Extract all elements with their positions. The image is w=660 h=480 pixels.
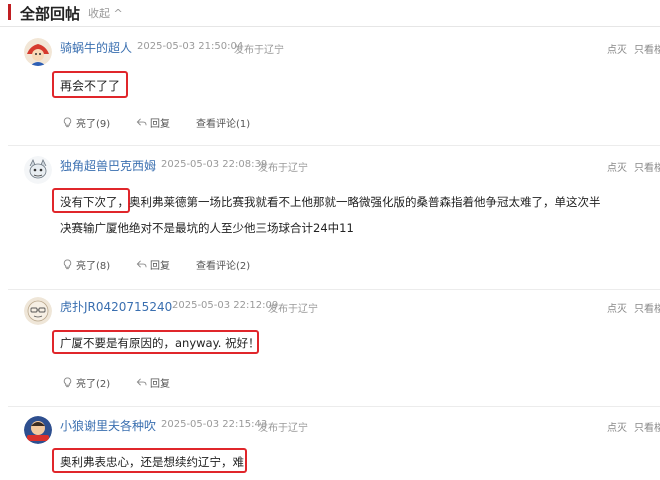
post-location: 发布于辽宁 <box>258 163 308 174</box>
replies-header: 全部回帖 收起 ^ <box>0 0 660 26</box>
view-only-button[interactable]: 只看楼 <box>634 41 660 56</box>
section-title: 全部回帖 <box>20 5 81 23</box>
post-divider <box>8 406 660 407</box>
post-location: 发布于辽宁 <box>234 45 284 56</box>
avatar[interactable] <box>24 416 52 444</box>
post-datetime: 2025-05-03 21:50:04 <box>137 41 244 52</box>
post-divider <box>8 289 660 290</box>
like-button[interactable]: 亮了(8) <box>62 257 110 272</box>
like-button[interactable]: 亮了(2) <box>62 375 110 390</box>
post-divider <box>8 145 660 146</box>
avatar[interactable] <box>24 156 52 184</box>
view-only-button[interactable]: 只看楼 <box>634 419 660 434</box>
report-button[interactable]: 点灭 <box>607 300 627 315</box>
reply-button[interactable]: 回复 <box>136 115 170 130</box>
reply-icon <box>136 118 147 126</box>
view-only-button[interactable]: 只看楼 <box>634 159 660 174</box>
view-comments-button[interactable]: 查看评论(2) <box>196 257 250 272</box>
collapse-button[interactable]: 收起 ^ <box>88 5 123 21</box>
comments-label: 查看评论(1) <box>196 119 251 130</box>
view-only-button[interactable]: 只看楼 <box>634 300 660 315</box>
like-label: 亮了(2) <box>76 379 111 390</box>
username[interactable]: 虎扑JR0420715240 <box>60 298 172 315</box>
username[interactable]: 独角超兽巴克西姆 <box>60 157 156 174</box>
post-location: 发布于辽宁 <box>268 304 318 315</box>
reply-label: 回复 <box>150 379 170 390</box>
post-location: 发布于辽宁 <box>258 423 308 434</box>
lightbulb-icon <box>63 117 72 128</box>
reply-label: 回复 <box>150 261 170 272</box>
reply-content-line-2: 决赛输广厦他绝对不是最坑的人至少他三场球合计24中11 <box>60 221 354 235</box>
reply-content-line-1: 没有下次了，奥利弗莱德第一场比赛我就看不上他那就一略微强化版的桑普森指着他争冠太… <box>60 195 601 209</box>
post-datetime: 2025-05-03 22:15:43 <box>161 419 268 430</box>
reply-content: 广厦不要是有原因的，anyway. 祝好！ <box>60 336 260 350</box>
lightbulb-icon <box>63 259 72 270</box>
reply-label: 回复 <box>150 119 170 130</box>
lightbulb-icon <box>63 377 72 388</box>
avatar[interactable] <box>24 297 52 325</box>
header-accent-bar <box>8 4 11 20</box>
reply-icon <box>136 378 147 386</box>
reply-content: 再会不了了 <box>60 79 121 93</box>
reply-content: 奥利弗表忠心，还是想续约辽宁，难 <box>60 455 244 469</box>
post-datetime: 2025-05-03 22:08:39 <box>161 159 268 170</box>
comments-label: 查看评论(2) <box>196 261 251 272</box>
post-datetime: 2025-05-03 22:12:09 <box>172 300 279 311</box>
report-button[interactable]: 点灭 <box>607 41 627 56</box>
reply-button[interactable]: 回复 <box>136 375 170 390</box>
reply-icon <box>136 260 147 268</box>
username[interactable]: 小狼谢里夫各种吹 <box>60 417 156 434</box>
like-label: 亮了(9) <box>76 119 111 130</box>
username[interactable]: 骑蜗牛的超人 <box>60 39 132 56</box>
header-divider <box>0 26 660 27</box>
view-comments-button[interactable]: 查看评论(1) <box>196 115 250 130</box>
report-button[interactable]: 点灭 <box>607 159 627 174</box>
like-button[interactable]: 亮了(9) <box>62 115 110 130</box>
reply-button[interactable]: 回复 <box>136 257 170 272</box>
report-button[interactable]: 点灭 <box>607 419 627 434</box>
like-label: 亮了(8) <box>76 261 111 272</box>
avatar[interactable] <box>24 38 52 66</box>
